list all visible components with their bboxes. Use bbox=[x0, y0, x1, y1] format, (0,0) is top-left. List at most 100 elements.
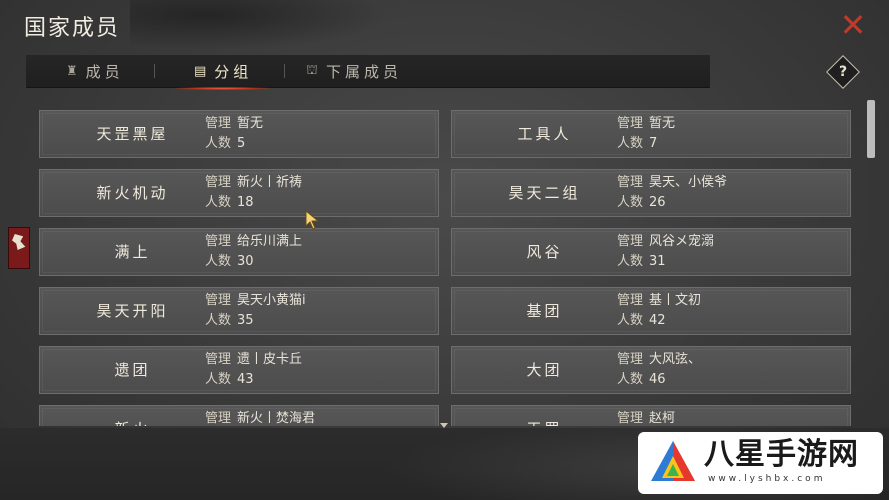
manager-value: 给乐川满上 bbox=[237, 234, 303, 249]
count-value: 26 bbox=[649, 195, 666, 210]
manager-value: 风谷メ宠溺 bbox=[649, 234, 715, 249]
group-card[interactable]: 工具人 管理 暂无 人数 7 bbox=[451, 110, 851, 158]
group-name: 满上 bbox=[114, 243, 151, 261]
watermark-logo-icon bbox=[648, 438, 698, 488]
group-info: 管理 风谷メ宠溺 人数 31 bbox=[617, 232, 714, 272]
watermark: 八星手游网 www.lyshbx.com bbox=[638, 432, 883, 494]
manager-value: 新火丨祈祷 bbox=[237, 175, 303, 190]
close-x-icon: ✕ bbox=[839, 6, 867, 44]
group-card[interactable]: 基团 管理 基丨文初 人数 42 bbox=[451, 287, 851, 335]
subordinate-icon: ⛫ bbox=[306, 62, 318, 78]
count-label: 人数 bbox=[617, 254, 644, 269]
group-info: 管理 新火丨焚海君 bbox=[205, 409, 315, 426]
group-info: 管理 给乐川满上 人数 30 bbox=[205, 232, 302, 272]
count-value: 42 bbox=[649, 313, 666, 328]
tab-label: 分组 bbox=[214, 62, 253, 81]
group-card[interactable]: 天罡黑屋 管理 暂无 人数 5 bbox=[39, 110, 439, 158]
count-label: 人数 bbox=[205, 136, 232, 151]
group-list-icon: ▤ bbox=[194, 63, 207, 79]
manager-value: 昊天、小侯爷 bbox=[649, 175, 728, 190]
manager-value: 昊天小黄猫i bbox=[237, 293, 306, 308]
group-card[interactable]: 风谷 管理 风谷メ宠溺 人数 31 bbox=[451, 228, 851, 276]
close-button[interactable]: ✕ bbox=[836, 8, 870, 42]
count-label: 人数 bbox=[617, 195, 644, 210]
manager-label: 管理 bbox=[205, 175, 232, 190]
page-title: 国家成员 bbox=[24, 16, 121, 41]
group-info: 管理 遗丨皮卡丘 人数 43 bbox=[205, 350, 302, 390]
manager-value: 基丨文初 bbox=[649, 293, 702, 308]
group-card[interactable]: 遗团 管理 遗丨皮卡丘 人数 43 bbox=[39, 346, 439, 394]
group-list: 天罡黑屋 管理 暂无 人数 5 工具人 管理 暂无 人数 7 新火机动 管理 新火丨祈祷 … bbox=[30, 100, 862, 426]
tab-members[interactable]: ♜ 成员 bbox=[66, 55, 124, 87]
manager-label: 管理 bbox=[205, 411, 232, 426]
count-value: 30 bbox=[237, 254, 254, 269]
help-button[interactable]: ? bbox=[826, 55, 860, 89]
list-scrollbar[interactable] bbox=[867, 100, 875, 158]
count-label: 人数 bbox=[205, 195, 232, 210]
group-card[interactable]: 新火机动 管理 新火丨祈祷 人数 18 bbox=[39, 169, 439, 217]
count-label: 人数 bbox=[205, 254, 232, 269]
watermark-text: 八星手游网 bbox=[704, 437, 859, 472]
tab-divider bbox=[154, 64, 155, 78]
group-name: 昊天开阳 bbox=[96, 302, 169, 320]
ink-brush-decoration bbox=[130, 0, 390, 50]
count-value: 7 bbox=[649, 136, 658, 151]
count-label: 人数 bbox=[205, 372, 232, 387]
manager-label: 管理 bbox=[205, 234, 232, 249]
group-emblem-icon bbox=[8, 227, 30, 269]
group-name: 昊天二组 bbox=[508, 184, 581, 202]
manager-label: 管理 bbox=[205, 116, 232, 131]
tab-subordinates[interactable]: ⛫ 下属成员 bbox=[306, 55, 402, 87]
group-card[interactable]: 昊天开阳 管理 昊天小黄猫i 人数 35 bbox=[39, 287, 439, 335]
group-name: 天罡黑屋 bbox=[96, 125, 169, 143]
manager-value: 暂无 bbox=[237, 116, 264, 131]
tab-label: 下属成员 bbox=[325, 62, 402, 81]
group-info: 管理 新火丨祈祷 人数 18 bbox=[205, 173, 302, 213]
group-name: 大团 bbox=[526, 361, 563, 379]
group-card[interactable]: 满上 管理 给乐川满上 人数 30 bbox=[39, 228, 439, 276]
tab-bar: ♜ 成员 ▤ 分组 ⛫ 下属成员 bbox=[26, 55, 710, 90]
manager-label: 管理 bbox=[617, 293, 644, 308]
group-info: 管理 暂无 人数 7 bbox=[617, 114, 675, 154]
tab-divider bbox=[284, 64, 285, 78]
manager-label: 管理 bbox=[617, 175, 644, 190]
count-label: 人数 bbox=[617, 136, 644, 151]
group-card[interactable]: 新火 管理新火丨焚海君 bbox=[39, 405, 439, 426]
group-name: 新火 bbox=[40, 406, 225, 426]
manager-value: 暂无 bbox=[649, 116, 676, 131]
manager-label: 管理 bbox=[617, 116, 644, 131]
manager-value: 新火丨焚海君 bbox=[237, 411, 316, 426]
group-info: 管理 暂无 人数 5 bbox=[205, 114, 263, 154]
watermark-url: www.lyshbx.com bbox=[708, 474, 826, 484]
question-icon: ? bbox=[838, 64, 848, 80]
group-info: 管理 大风弦、 人数 46 bbox=[617, 350, 701, 390]
count-value: 43 bbox=[237, 372, 254, 387]
manager-label: 管理 bbox=[205, 293, 232, 308]
member-icon: ♜ bbox=[66, 63, 78, 79]
group-name: 风谷 bbox=[526, 243, 563, 261]
group-name: 新火机动 bbox=[96, 184, 169, 202]
group-name: 基团 bbox=[526, 302, 563, 320]
manager-value: 大风弦、 bbox=[649, 352, 702, 367]
count-label: 人数 bbox=[617, 372, 644, 387]
count-label: 人数 bbox=[205, 313, 232, 328]
count-value: 31 bbox=[649, 254, 666, 269]
count-value: 5 bbox=[237, 136, 246, 151]
count-value: 46 bbox=[649, 372, 666, 387]
tab-groups[interactable]: ▤ 分组 bbox=[175, 55, 271, 90]
manager-label: 管理 bbox=[205, 352, 232, 367]
count-value: 35 bbox=[237, 313, 254, 328]
tab-label: 成员 bbox=[85, 62, 124, 81]
manager-label: 管理 bbox=[617, 234, 644, 249]
group-info: 管理 昊天小黄猫i 人数 35 bbox=[205, 291, 306, 331]
group-name: 遗团 bbox=[114, 361, 151, 379]
manager-label: 管理 bbox=[617, 352, 644, 367]
count-label: 人数 bbox=[617, 313, 644, 328]
group-info: 管理 基丨文初 人数 42 bbox=[617, 291, 701, 331]
count-value: 18 bbox=[237, 195, 254, 210]
group-card[interactable]: 大团 管理 大风弦、 人数 46 bbox=[451, 346, 851, 394]
manager-value: 遗丨皮卡丘 bbox=[237, 352, 303, 367]
group-name: 工具人 bbox=[517, 125, 572, 143]
group-card[interactable]: 昊天二组 管理 昊天、小侯爷 人数 26 bbox=[451, 169, 851, 217]
group-info: 管理 昊天、小侯爷 人数 26 bbox=[617, 173, 727, 213]
